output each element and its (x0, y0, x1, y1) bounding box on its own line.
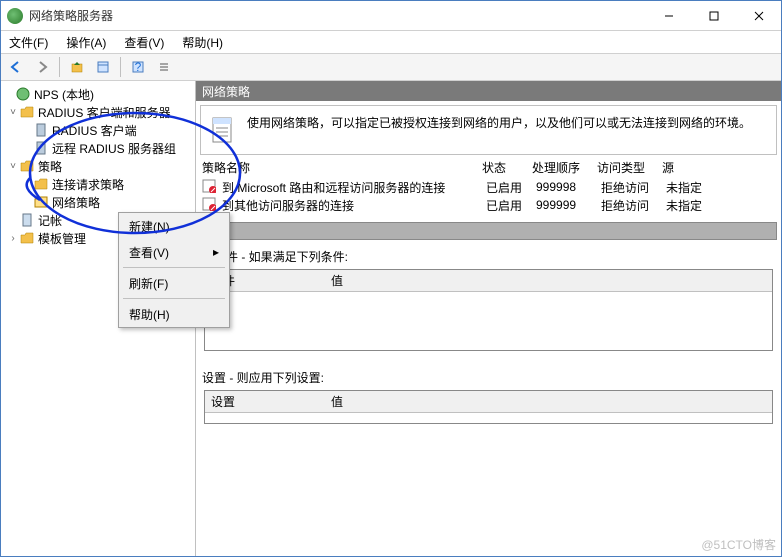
maximize-button[interactable] (691, 1, 736, 30)
divider-band (200, 222, 777, 240)
context-menu: 新建(N) 查看(V)▸ 刷新(F) 帮助(H) (118, 212, 230, 328)
col-source[interactable]: 源 (662, 157, 722, 178)
folder-icon (33, 176, 49, 192)
menu-help[interactable]: 帮助(H) (178, 32, 227, 53)
menu-bar: 文件(F) 操作(A) 查看(V) 帮助(H) (1, 31, 781, 53)
settings-table: 设置 值 (204, 390, 773, 424)
app-icon (7, 8, 23, 24)
col-value[interactable]: 值 (325, 391, 349, 412)
content-header: 网络策略 (196, 81, 781, 101)
watermark: @51CTO博客 (701, 536, 776, 553)
settings-body (205, 413, 772, 423)
col-order[interactable]: 处理顺序 (532, 157, 597, 178)
ctx-view[interactable]: 查看(V)▸ (119, 239, 229, 265)
col-setting[interactable]: 设置 (205, 391, 325, 412)
book-icon (19, 212, 35, 228)
ctx-new[interactable]: 新建(N) (119, 213, 229, 239)
folder-open-icon (33, 194, 49, 210)
properties-button[interactable] (92, 56, 114, 78)
tree-radius-client[interactable]: RADIUS 客户端 (1, 121, 195, 139)
svg-text:?: ? (135, 60, 142, 74)
col-access[interactable]: 访问类型 (597, 157, 662, 178)
policy-icon (207, 114, 239, 146)
forward-button[interactable] (31, 56, 53, 78)
tree-radius-remote[interactable]: 远程 RADIUS 服务器组 (1, 139, 195, 157)
settings-title: 设置 - 则应用下列设置: (196, 361, 781, 390)
help-button[interactable]: ? (127, 56, 149, 78)
ctx-refresh[interactable]: 刷新(F) (119, 270, 229, 296)
tree-conn-req[interactable]: 连接请求策略 (1, 175, 195, 193)
deny-icon (202, 197, 218, 213)
list-button[interactable] (153, 56, 175, 78)
deny-icon (202, 179, 218, 195)
folder-icon (19, 104, 35, 120)
menu-view[interactable]: 查看(V) (120, 32, 168, 53)
window-title: 网络策略服务器 (29, 7, 646, 24)
column-headers: 策略名称 状态 处理顺序 访问类型 源 (196, 157, 781, 178)
table-row[interactable]: 到其他访问服务器的连接 已启用 999999 拒绝访问 未指定 (196, 196, 781, 214)
col-status[interactable]: 状态 (482, 157, 532, 178)
conditions-title: ▾条件 - 如果满足下列条件: (196, 240, 781, 269)
minimize-button[interactable] (646, 1, 691, 30)
table-row[interactable]: 到 Microsoft 路由和远程访问服务器的连接 已启用 999998 拒绝访… (196, 178, 781, 196)
tree-radius[interactable]: ˅RADIUS 客户端和服务器 (1, 103, 195, 121)
col-value[interactable]: 值 (325, 270, 349, 291)
folder-icon (19, 230, 35, 246)
info-text: 使用网络策略，可以指定已被授权连接到网络的用户，以及他们可以或无法连接到网络的环… (247, 114, 751, 131)
col-name[interactable]: 策略名称 (202, 157, 482, 178)
toolbar: ? (1, 53, 781, 81)
close-button[interactable] (736, 1, 781, 30)
content-panel: 网络策略 使用网络策略，可以指定已被授权连接到网络的用户，以及他们可以或无法连接… (196, 81, 781, 556)
server-icon (33, 140, 49, 156)
app-window: 网络策略服务器 文件(F) 操作(A) 查看(V) 帮助(H) ? NPS (本… (0, 0, 782, 557)
conditions-body (205, 292, 772, 350)
chevron-right-icon: ▸ (213, 245, 219, 259)
back-button[interactable] (5, 56, 27, 78)
nps-icon (15, 86, 31, 102)
menu-file[interactable]: 文件(F) (5, 32, 52, 53)
tree-panel: NPS (本地) ˅RADIUS 客户端和服务器 RADIUS 客户端 远程 R… (1, 81, 196, 556)
server-icon (33, 122, 49, 138)
info-banner: 使用网络策略，可以指定已被授权连接到网络的用户，以及他们可以或无法连接到网络的环… (200, 105, 777, 155)
tree-policy[interactable]: ˅策略 (1, 157, 195, 175)
title-bar: 网络策略服务器 (1, 1, 781, 31)
folder-icon (19, 158, 35, 174)
tree-root[interactable]: NPS (本地) (1, 85, 195, 103)
menu-action[interactable]: 操作(A) (62, 32, 110, 53)
ctx-help[interactable]: 帮助(H) (119, 301, 229, 327)
up-button[interactable] (66, 56, 88, 78)
tree-net-policy[interactable]: 网络策略 (1, 193, 195, 211)
conditions-table: 条件 值 (204, 269, 773, 351)
